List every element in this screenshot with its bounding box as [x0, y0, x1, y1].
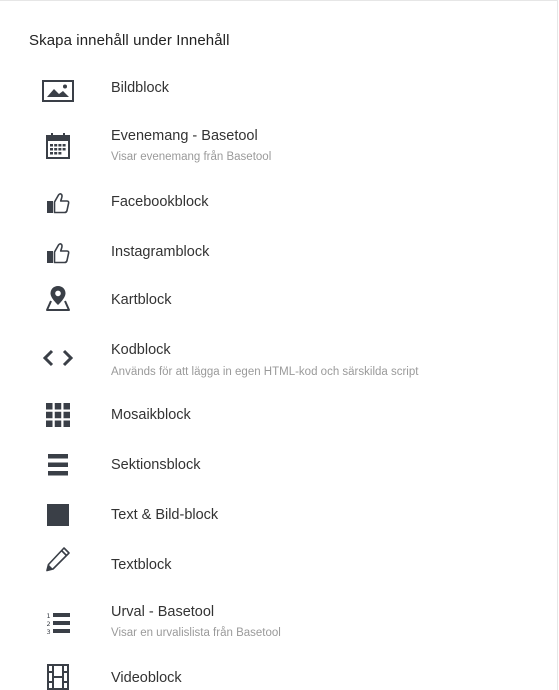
- thumbs-up-icon: [40, 238, 76, 268]
- block-item-label: Mosaikblock: [111, 407, 191, 423]
- grid-icon: [40, 400, 76, 430]
- svg-text:2: 2: [47, 620, 51, 628]
- block-item-evenemang-basetool[interactable]: Evenemang - Basetool Visar evenemang frå…: [0, 121, 557, 165]
- image-icon: [40, 76, 76, 106]
- block-item-bildblock[interactable]: Bildblock: [0, 69, 557, 113]
- block-item-label: Evenemang - Basetool: [111, 128, 258, 144]
- block-item-text-bild-block[interactable]: Text & Bild-block: [0, 494, 557, 538]
- thumbs-up-icon: [40, 188, 76, 218]
- block-item-description: Används för att lägga in egen HTML-kod o…: [111, 366, 419, 378]
- block-item-label: Facebookblock: [111, 194, 209, 210]
- block-item-instagramblock[interactable]: Instagramblock: [0, 231, 557, 275]
- block-item-label: Text & Bild-block: [111, 507, 219, 523]
- block-item-label: Kartblock: [111, 292, 172, 308]
- block-item-label: Sektionsblock: [111, 457, 201, 473]
- block-item-videoblock[interactable]: Videoblock: [0, 658, 557, 690]
- content-block-panel: Skapa innehåll under Innehåll Bildblock: [0, 0, 558, 690]
- calendar-icon: [40, 131, 76, 161]
- block-item-textblock[interactable]: Textblock: [0, 543, 557, 587]
- code-icon: [40, 343, 76, 373]
- block-item-label: Bildblock: [111, 80, 170, 96]
- block-item-label: Textblock: [111, 557, 172, 573]
- film-icon: [40, 662, 76, 690]
- square-icon: [40, 500, 76, 530]
- panel-title: Skapa innehåll under Innehåll: [29, 32, 230, 49]
- block-item-label: Videoblock: [111, 670, 182, 686]
- bars-icon: [40, 450, 76, 480]
- block-item-label: Instagramblock: [111, 244, 210, 260]
- block-item-facebookblock[interactable]: Facebookblock: [0, 181, 557, 225]
- block-item-description: Visar en urvalislista från Basetool: [111, 627, 281, 639]
- block-item-sektionsblock[interactable]: Sektionsblock: [0, 444, 557, 488]
- block-item-kodblock[interactable]: Kodblock Används för att lägga in egen H…: [0, 338, 557, 382]
- block-item-label: Urval - Basetool: [111, 604, 215, 620]
- svg-text:3: 3: [47, 628, 51, 634]
- pencil-icon: [40, 544, 76, 574]
- map-marker-icon: [40, 283, 76, 313]
- block-item-kartblock[interactable]: Kartblock: [0, 280, 557, 324]
- ordered-list-icon: 1 2 3: [40, 608, 76, 638]
- block-item-label: Kodblock: [111, 342, 171, 358]
- svg-text:1: 1: [47, 612, 51, 620]
- block-item-description: Visar evenemang från Basetool: [111, 151, 272, 163]
- block-item-urval-basetool[interactable]: 1 2 3 Urval - Basetool Visar en urvalisl…: [0, 599, 557, 643]
- block-item-mosaikblock[interactable]: Mosaikblock: [0, 394, 557, 438]
